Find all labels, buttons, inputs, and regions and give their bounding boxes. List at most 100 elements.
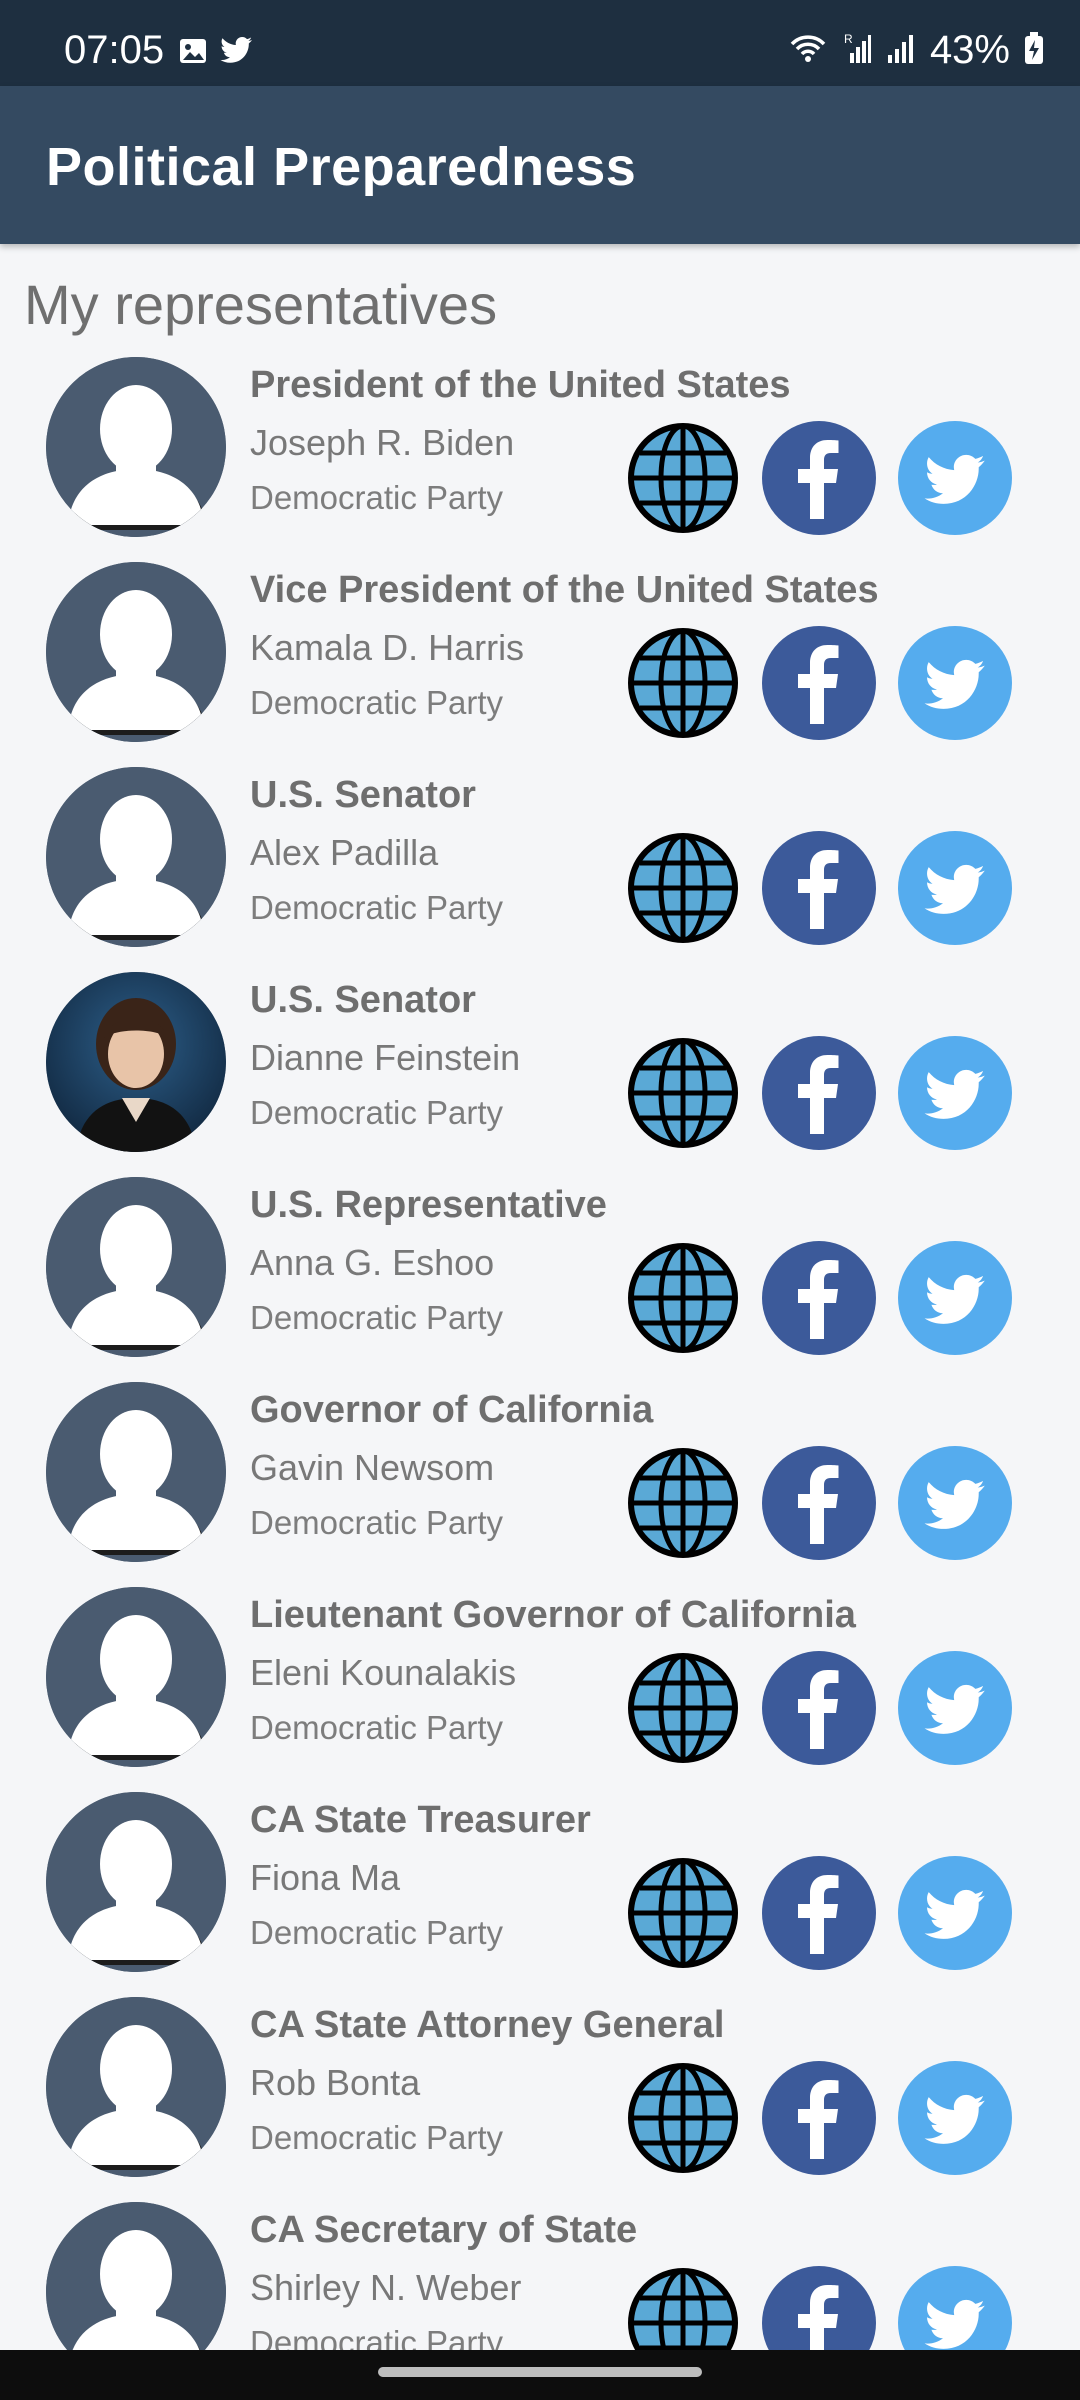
representative-row[interactable]: Lieutenant Governor of California Eleni K… [0,1581,1080,1786]
twitter-icon[interactable] [898,1036,1012,1150]
placeholder-avatar-icon [46,2202,226,2350]
app-title: Political Preparedness [46,137,637,197]
website-globe-icon[interactable] [626,421,740,535]
representative-name: Kamala D. Harris [250,626,525,668]
placeholder-avatar-icon [46,1177,226,1357]
facebook-icon[interactable] [762,2266,876,2350]
representative-info: U.S. Representative Anna G. Eshoo Democrat… [250,1184,630,1337]
battery-percent: 43% [929,28,1010,72]
party-label: Democratic Party [250,1914,504,1952]
party-label: Democratic Party [250,2324,504,2350]
office-title: President of the United States [250,364,791,406]
party-label: Democratic Party [250,1709,504,1747]
representative-info: U.S. Senator Dianne Feinstein Democratic P… [250,979,630,1132]
placeholder-avatar-icon [46,1587,226,1767]
placeholder-avatar-icon [46,562,226,742]
office-title: U.S. Senator [250,774,476,816]
website-globe-icon[interactable] [626,1651,740,1765]
party-label: Democratic Party [250,1504,504,1542]
facebook-icon[interactable] [762,1241,876,1355]
party-label: Democratic Party [250,889,504,927]
representative-row[interactable]: Governor of California Gavin Newsom Democr… [0,1376,1080,1581]
representative-name: Eleni Kounalakis [250,1651,517,1693]
office-title: Vice President of the United States [250,569,879,611]
facebook-icon[interactable] [762,626,876,740]
representative-info: CA State Attorney General Rob Bonta Democr… [250,2004,725,2157]
facebook-icon[interactable] [762,831,876,945]
twitter-icon[interactable] [898,1651,1012,1765]
party-label: Democratic Party [250,1299,504,1337]
battery-charging-icon [1024,31,1044,70]
representative-info: Lieutenant Governor of California Eleni K… [250,1594,856,1747]
representative-row[interactable]: CA State Treasurer Fiona Ma Democratic Par… [0,1786,1080,1991]
website-globe-icon[interactable] [626,831,740,945]
representative-info: CA State Treasurer Fiona Ma Democratic Par… [250,1799,630,1952]
representative-info: President of the United States Joseph R. … [250,364,791,517]
representative-row[interactable]: U.S. Senator Dianne Feinstein Democratic P… [0,966,1080,1171]
representative-info: U.S. Senator Alex Padilla Democratic Party [250,774,630,927]
representative-row[interactable]: U.S. Representative Anna G. Eshoo Democrat… [0,1171,1080,1376]
office-title: Governor of California [250,1389,654,1431]
party-label: Democratic Party [250,2119,504,2157]
website-globe-icon[interactable] [626,626,740,740]
gallery-icon [178,36,208,71]
office-title: CA Secretary of State [250,2209,638,2251]
placeholder-avatar-icon [46,1382,226,1562]
party-label: Democratic Party [250,479,504,517]
twitter-icon[interactable] [898,1446,1012,1560]
office-title: Lieutenant Governor of California [250,1594,856,1636]
twitter-notification-icon [220,36,254,71]
website-globe-icon[interactable] [626,1036,740,1150]
placeholder-avatar-icon [46,1997,226,2177]
party-label: Democratic Party [250,684,504,722]
website-globe-icon[interactable] [626,1241,740,1355]
facebook-icon[interactable] [762,2061,876,2175]
representative-info: Governor of California Gavin Newsom Democr… [250,1389,654,1542]
representative-info: Vice President of the United States Kamal… [250,569,879,722]
office-title: U.S. Senator [250,979,476,1021]
placeholder-avatar-icon [46,767,226,947]
home-gesture-handle[interactable] [378,2367,702,2377]
representative-row[interactable]: President of the United States Joseph R. … [0,351,1080,556]
twitter-icon[interactable] [898,2061,1012,2175]
placeholder-avatar-icon [46,1792,226,1972]
representative-name: Alex Padilla [250,831,439,873]
facebook-icon[interactable] [762,1036,876,1150]
representatives-list[interactable]: President of the United States Joseph R. … [0,351,1080,2350]
representative-row[interactable]: U.S. Senator Alex Padilla Democratic Party [0,761,1080,966]
status-time: 07:05 [64,28,165,72]
facebook-icon[interactable] [762,421,876,535]
signal-r-icon: R [842,31,872,70]
representative-name: Rob Bonta [250,2061,421,2103]
representative-row[interactable]: Vice President of the United States Kamal… [0,556,1080,761]
twitter-icon[interactable] [898,1241,1012,1355]
representative-name: Shirley N. Weber [250,2266,522,2308]
section-title: My representatives [24,273,498,336]
placeholder-avatar-icon [46,357,226,537]
website-globe-icon[interactable] [626,2266,740,2350]
website-globe-icon[interactable] [626,2061,740,2175]
facebook-icon[interactable] [762,1856,876,1970]
representative-name: Anna G. Eshoo [250,1241,495,1283]
facebook-icon[interactable] [762,1651,876,1765]
twitter-icon[interactable] [898,421,1012,535]
twitter-icon[interactable] [898,1856,1012,1970]
twitter-icon[interactable] [898,626,1012,740]
office-title: CA State Treasurer [250,1799,591,1841]
twitter-icon[interactable] [898,831,1012,945]
twitter-icon[interactable] [898,2266,1012,2350]
navigation-bar [0,2350,1080,2400]
representative-row[interactable]: CA State Attorney General Rob Bonta Democr… [0,1991,1080,2196]
website-globe-icon[interactable] [626,1446,740,1560]
representative-row[interactable]: CA Secretary of State Shirley N. Weber Dem… [0,2196,1080,2350]
office-title: CA State Attorney General [250,2004,725,2046]
website-globe-icon[interactable] [626,1856,740,1970]
representative-name: Fiona Ma [250,1856,401,1898]
representative-name: Gavin Newsom [250,1446,495,1488]
facebook-icon[interactable] [762,1446,876,1560]
representative-name: Joseph R. Biden [250,421,515,463]
representative-name: Dianne Feinstein [250,1036,521,1078]
office-title: U.S. Representative [250,1184,607,1226]
status-bar: 07:05 R 43% [0,0,1080,86]
signal-icon [886,31,916,70]
